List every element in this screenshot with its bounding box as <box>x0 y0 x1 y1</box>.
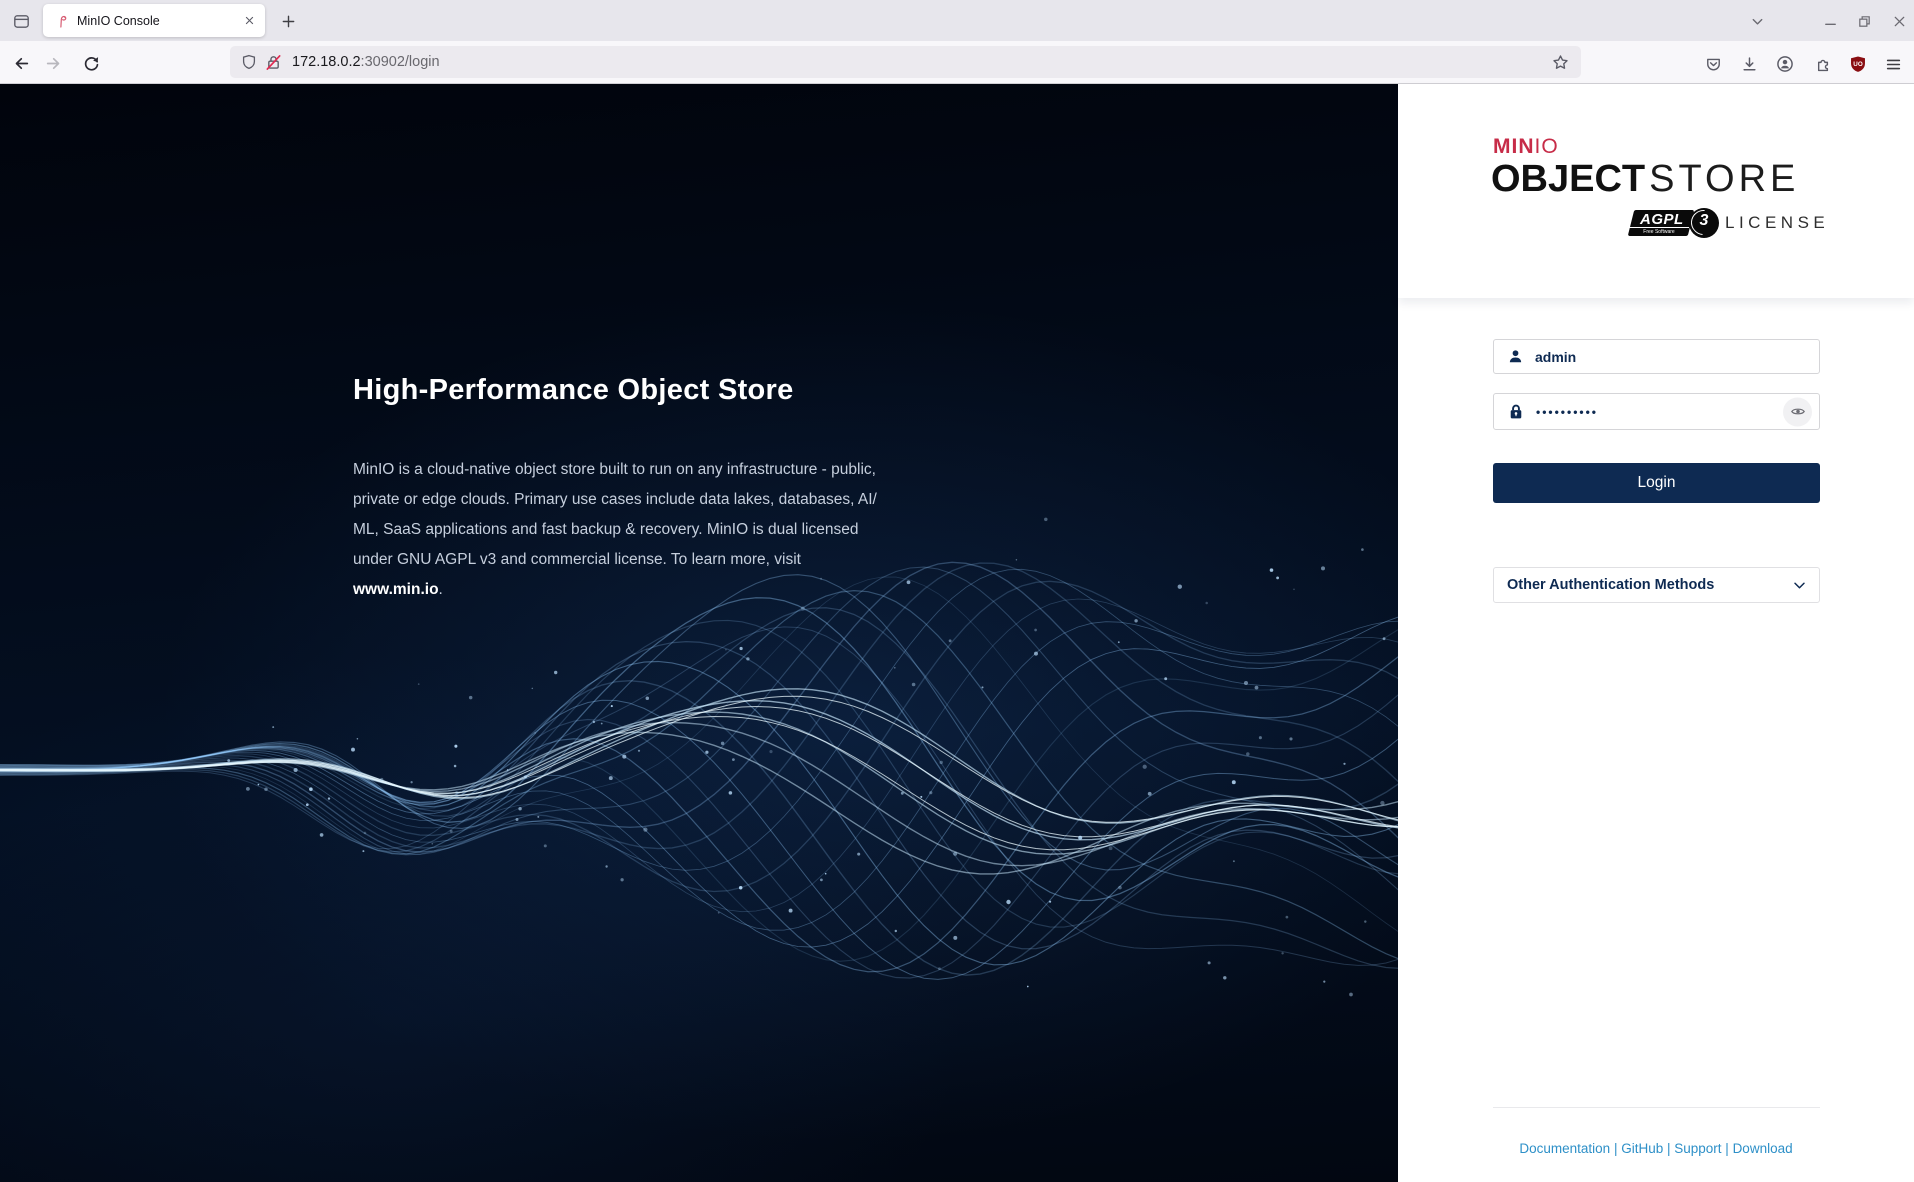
url-text: 172.18.0.2:30902/login <box>292 54 1541 70</box>
license-row: AGPL Free Software 3 LICENSE <box>1493 208 1820 240</box>
agpl-version-number: 3 <box>1689 212 1719 230</box>
username-field[interactable]: admin <box>1493 339 1820 374</box>
footer-divider <box>1493 1107 1820 1108</box>
minio-wordmark: MINIO <box>1493 135 1559 159</box>
minio-website-link: www.min.io <box>353 581 439 598</box>
tracking-shield-icon[interactable] <box>241 54 257 70</box>
minimize-icon[interactable] <box>1817 8 1843 34</box>
login-button-label: Login <box>1638 474 1676 492</box>
pocket-icon[interactable] <box>1700 51 1726 77</box>
browser-window: MinIO Console <box>0 0 1914 1182</box>
hero-description-line: private or edge clouds. Primary use case… <box>353 485 877 515</box>
brand-light: IO <box>1535 135 1559 158</box>
footer-link-support[interactable]: Support <box>1674 1141 1721 1156</box>
account-icon[interactable] <box>1772 51 1798 77</box>
url-host: 172.18.0.2 <box>292 54 361 70</box>
product-light: STORE <box>1649 158 1799 200</box>
hero-description-line: under GNU AGPL v3 and commercial license… <box>353 545 877 575</box>
agpl-badge-text: AGPL <box>1632 211 1692 228</box>
other-auth-methods-button[interactable]: Other Authentication Methods <box>1493 567 1820 603</box>
bookmark-star-icon[interactable] <box>1552 54 1569 71</box>
extensions-icon[interactable] <box>1809 51 1835 77</box>
footer-link-github[interactable]: GitHub <box>1621 1141 1663 1156</box>
password-value: •••••••••• <box>1536 405 1598 419</box>
license-label: LICENSE <box>1725 213 1829 233</box>
firefox-view-icon <box>13 13 30 30</box>
login-button[interactable]: Login <box>1493 463 1820 503</box>
forward-icon[interactable] <box>40 50 66 76</box>
footer-separator: | <box>1610 1141 1621 1156</box>
hero-description-line: MinIO is a cloud-native object store bui… <box>353 455 877 485</box>
footer-link-download[interactable]: Download <box>1733 1141 1793 1156</box>
chevron-down-icon <box>1792 578 1807 593</box>
url-bar[interactable]: 172.18.0.2:30902/login <box>230 46 1581 78</box>
url-path: :30902/login <box>361 54 440 70</box>
user-icon <box>1507 348 1524 365</box>
firefox-view-button[interactable] <box>10 10 32 32</box>
insecure-lock-icon[interactable] <box>265 54 282 71</box>
agpl-badge: AGPL Free Software <box>1628 210 1694 236</box>
toggle-password-visibility-button[interactable] <box>1783 397 1812 426</box>
back-icon[interactable] <box>8 50 34 76</box>
close-icon[interactable] <box>1886 8 1912 34</box>
username-value: admin <box>1535 349 1576 365</box>
restore-icon[interactable] <box>1851 8 1877 34</box>
svg-text:UO: UO <box>1853 61 1863 68</box>
ublock-shield-icon[interactable]: UO <box>1845 51 1871 77</box>
lock-icon <box>1507 403 1525 421</box>
login-panel: MINIO OBJECTSTORE AGPL Free Software 3 L… <box>1398 84 1914 1182</box>
download-icon[interactable] <box>1736 51 1762 77</box>
password-field[interactable]: •••••••••• <box>1493 393 1820 430</box>
footer-separator: | <box>1722 1141 1733 1156</box>
browser-titlebar: MinIO Console <box>0 0 1914 41</box>
tab-list-chevron-icon[interactable] <box>1744 8 1770 34</box>
tab-title: MinIO Console <box>77 14 238 28</box>
menu-icon[interactable] <box>1880 51 1906 77</box>
hero-title: High-Performance Object Store <box>353 374 794 407</box>
new-tab-icon[interactable] <box>276 9 300 33</box>
minio-favicon <box>53 13 69 29</box>
agpl-version-badge: 3 <box>1689 208 1719 238</box>
panel-footer: Documentation | GitHub | Support | Downl… <box>1398 1141 1914 1156</box>
hero-panel: High-Performance Object Store MinIO is a… <box>0 84 1398 1182</box>
logo-header: MINIO OBJECTSTORE AGPL Free Software 3 L… <box>1398 84 1914 298</box>
footer-link-documentation[interactable]: Documentation <box>1519 1141 1610 1156</box>
hero-description: MinIO is a cloud-native object store bui… <box>353 455 877 605</box>
object-store-wordmark: OBJECTSTORE <box>1491 158 1799 201</box>
tab-close-icon[interactable] <box>238 10 260 32</box>
brand-bold: MIN <box>1493 135 1535 158</box>
eye-icon <box>1790 404 1806 420</box>
reload-icon[interactable] <box>78 50 104 76</box>
wave-graphic <box>0 84 1398 1182</box>
product-bold: OBJECT <box>1491 158 1645 200</box>
footer-separator: | <box>1663 1141 1674 1156</box>
other-auth-label: Other Authentication Methods <box>1507 577 1792 593</box>
agpl-badge-subtext: Free Software <box>1629 227 1689 235</box>
link-suffix: . <box>439 581 443 598</box>
hero-description-line: ML, SaaS applications and fast backup & … <box>353 515 877 545</box>
browser-tab-minio-console[interactable]: MinIO Console <box>43 4 265 37</box>
